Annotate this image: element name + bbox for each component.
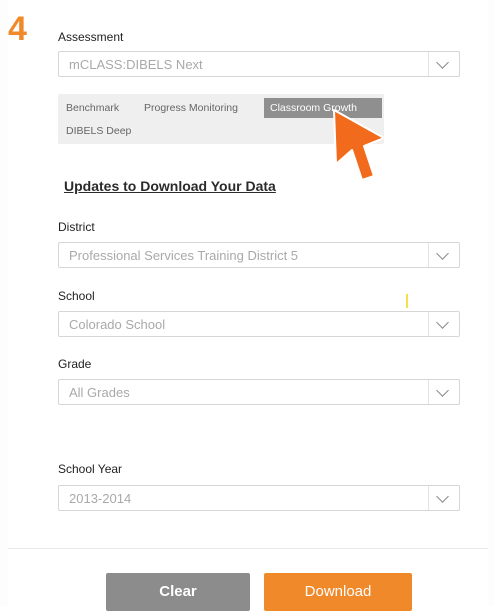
district-label: District <box>58 220 95 234</box>
grade-label: Grade <box>58 357 92 371</box>
school-select-toggle[interactable] <box>428 312 459 336</box>
tab-benchmark[interactable]: Benchmark <box>60 98 125 118</box>
cursor-arrow-icon <box>333 109 385 181</box>
download-panel <box>8 0 488 606</box>
tab-dibels-deep[interactable]: DIBELS Deep <box>60 121 137 141</box>
school-year-label: School Year <box>58 462 123 476</box>
school-select-value: Colorado School <box>69 317 166 332</box>
chevron-down-icon <box>436 247 449 260</box>
step-number: 4 <box>8 10 27 48</box>
district-select[interactable]: Professional Services Training District … <box>58 242 460 268</box>
chevron-down-icon <box>436 490 449 503</box>
footer-divider <box>8 548 488 549</box>
school-year-select-toggle[interactable] <box>428 486 459 510</box>
school-year-select-value: 2013-2014 <box>69 491 132 506</box>
grade-select[interactable]: All Grades <box>58 379 460 405</box>
assessment-label: Assessment <box>58 30 124 44</box>
school-year-select[interactable]: 2013-2014 <box>58 485 460 511</box>
page: 4 Assessment mCLASS:DIBELS Next Benchmar… <box>0 0 494 611</box>
assessment-select-toggle[interactable] <box>428 52 459 76</box>
tab-progress-monitoring[interactable]: Progress Monitoring <box>138 98 244 118</box>
school-label: School <box>58 289 95 303</box>
grade-select-toggle[interactable] <box>428 380 459 404</box>
yellow-highlight-mark <box>406 294 408 308</box>
chevron-down-icon <box>436 56 449 69</box>
grade-select-value: All Grades <box>69 385 130 400</box>
district-select-toggle[interactable] <box>428 243 459 267</box>
assessment-select-value: mCLASS:DIBELS Next <box>69 57 203 72</box>
chevron-down-icon <box>436 384 449 397</box>
download-button[interactable]: Download <box>264 573 412 611</box>
district-select-value: Professional Services Training District … <box>69 248 299 263</box>
assessment-select[interactable]: mCLASS:DIBELS Next <box>58 51 460 77</box>
school-select[interactable]: Colorado School <box>58 311 460 337</box>
chevron-down-icon <box>436 316 449 329</box>
section-heading: Updates to Download Your Data <box>64 178 276 194</box>
clear-button[interactable]: Clear <box>106 573 250 611</box>
